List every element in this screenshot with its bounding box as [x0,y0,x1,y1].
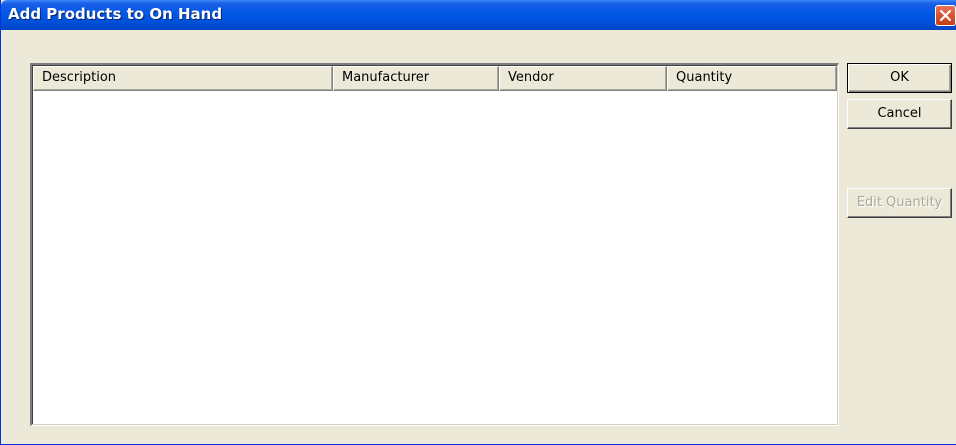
title-bar[interactable]: Add Products to On Hand [1,0,956,30]
list-header: Description Manufacturer Vendor Quantity [33,66,837,91]
column-header-description[interactable]: Description [33,66,333,91]
ok-button[interactable]: OK [847,63,952,93]
column-header-quantity[interactable]: Quantity [667,66,837,91]
close-button[interactable] [935,5,956,26]
column-header-vendor[interactable]: Vendor [499,66,667,91]
cancel-button[interactable]: Cancel [847,99,952,129]
window-title: Add Products to On Hand [8,5,223,23]
products-list[interactable]: Description Manufacturer Vendor Quantity [30,63,839,426]
list-body[interactable] [33,91,837,424]
column-header-manufacturer[interactable]: Manufacturer [333,66,499,91]
dialog-window: Add Products to On Hand Description Manu… [0,0,956,445]
edit-quantity-button[interactable]: Edit Quantity [847,188,952,218]
